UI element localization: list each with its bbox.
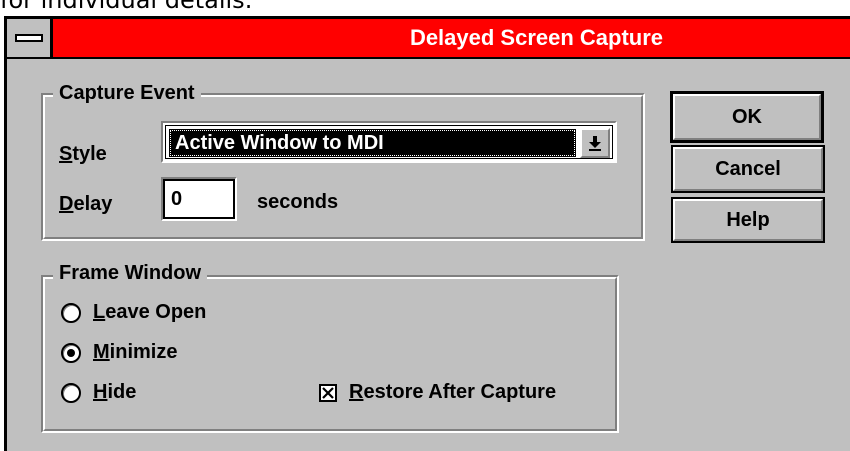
system-menu-icon	[15, 34, 43, 42]
delay-input[interactable]: 0	[161, 177, 237, 221]
screen: for individual details. Delayed Screen C…	[0, 0, 850, 451]
radio-hide[interactable]: Hide	[61, 381, 136, 404]
capture-event-group	[41, 93, 645, 241]
title-bar[interactable]: Delayed Screen Capture	[7, 19, 850, 59]
cancel-button[interactable]: Cancel	[671, 145, 825, 193]
system-menu-button[interactable]	[7, 19, 53, 57]
radio-minimize[interactable]: Minimize	[61, 341, 177, 364]
radio-button[interactable]	[61, 302, 81, 323]
dropdown-arrow-button[interactable]	[580, 128, 610, 158]
radio-button-selected[interactable]	[61, 342, 81, 363]
radio-button[interactable]	[61, 382, 81, 403]
frame-window-label: Frame Window	[53, 261, 208, 285]
help-button[interactable]: Help	[671, 197, 825, 243]
background-help-text: for individual details.	[0, 0, 253, 14]
capture-event-label: Capture Event	[53, 81, 201, 105]
style-dropdown[interactable]: Active Window to MDI	[161, 121, 617, 163]
check-x-icon	[322, 386, 334, 399]
delayed-capture-dialog: Delayed Screen Capture Capture Event Sty…	[4, 16, 850, 451]
checkbox[interactable]	[319, 383, 337, 402]
restore-after-capture-checkbox[interactable]: Restore After Capture	[319, 381, 556, 404]
ok-button[interactable]: OK	[670, 91, 824, 143]
chevron-down-icon	[589, 136, 601, 151]
dialog-title: Delayed Screen Capture	[409, 25, 664, 50]
style-selected-value: Active Window to MDI	[169, 129, 576, 157]
radio-leave-open[interactable]: Leave Open	[61, 301, 206, 324]
delay-label: Delay	[59, 193, 113, 215]
delay-unit-label: seconds	[257, 191, 339, 213]
delay-value: 0	[163, 179, 235, 219]
style-label: Style	[59, 143, 107, 165]
